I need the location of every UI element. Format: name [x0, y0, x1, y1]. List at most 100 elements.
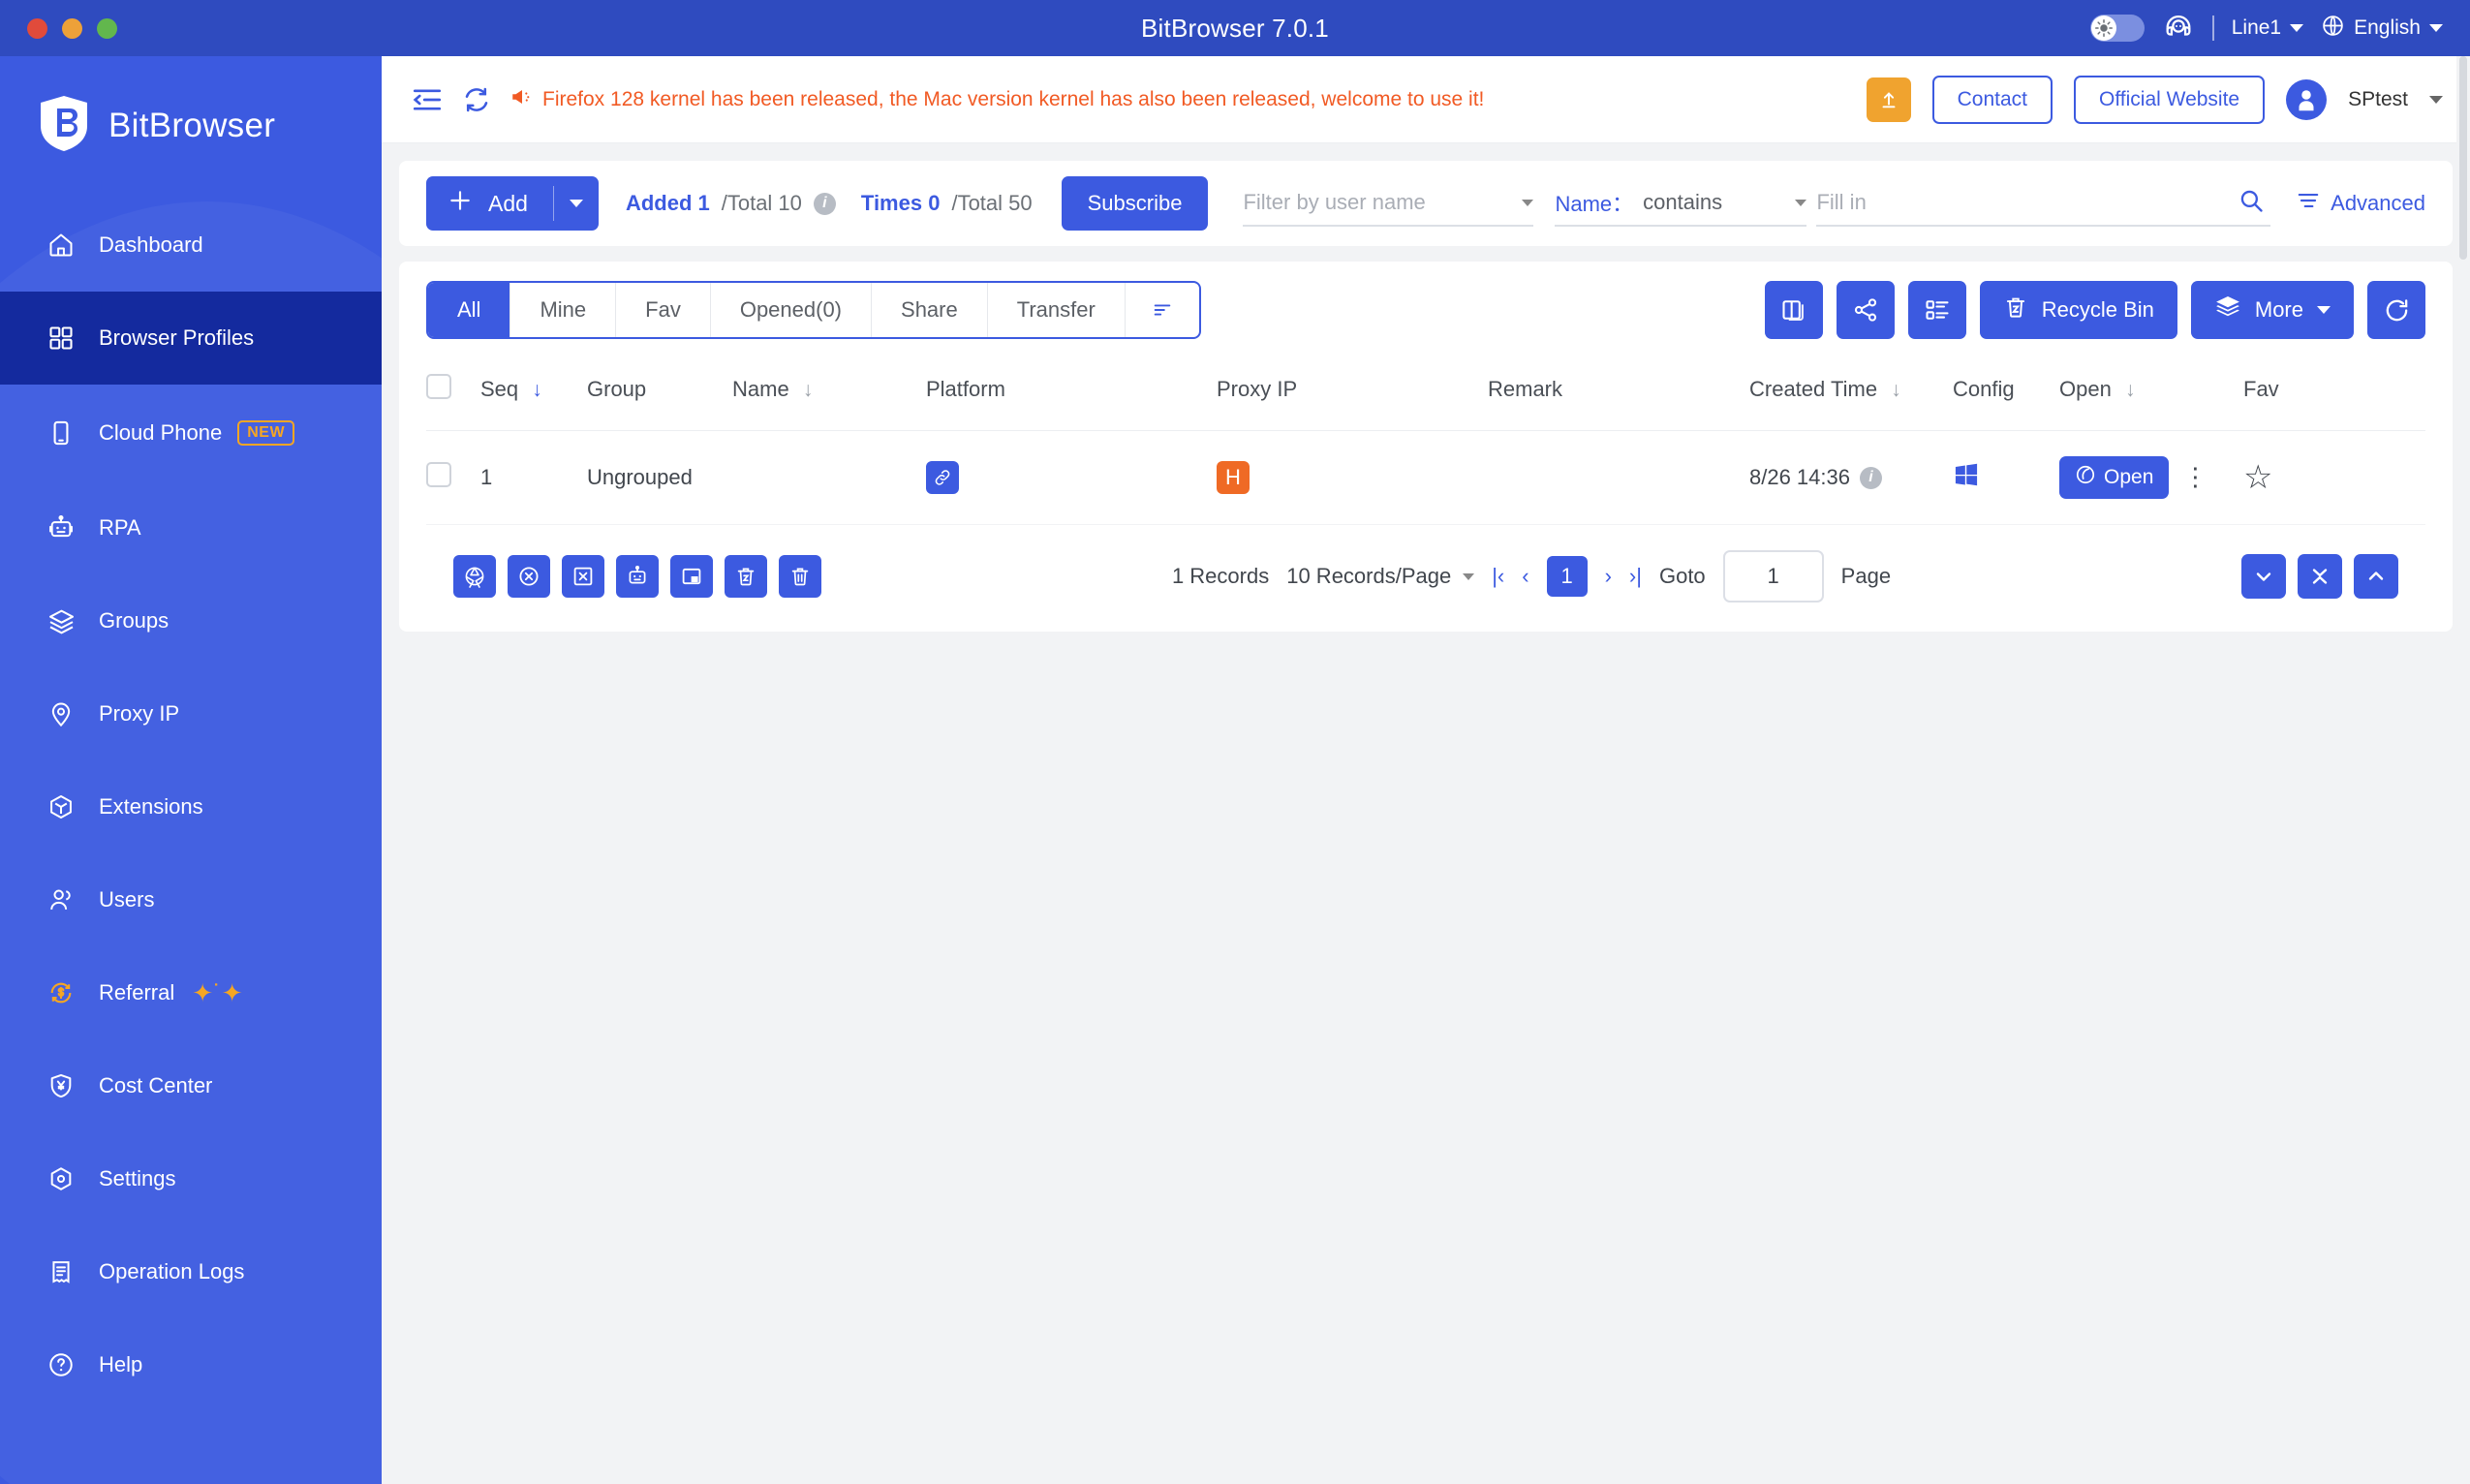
close-circle-icon[interactable] [508, 555, 550, 598]
recycle-bin-button[interactable]: Recycle Bin [1979, 281, 2177, 339]
sidebar-item-operation-logs[interactable]: Operation Logs [0, 1225, 382, 1318]
page-label: Page [1840, 564, 1892, 588]
row-checkbox[interactable] [426, 462, 451, 487]
add-button[interactable]: Add [426, 176, 553, 231]
upload-icon[interactable] [1866, 77, 1911, 122]
user-name-filter[interactable]: Filter by user name [1243, 180, 1534, 227]
sidebar-item-proxy-ip[interactable]: Proxy IP [0, 667, 382, 760]
next-page-icon[interactable]: › [1605, 564, 1612, 589]
row-open-cell[interactable]: Open ⋮ [2059, 430, 2243, 525]
share-icon[interactable] [1836, 281, 1895, 339]
window-layout-icon[interactable] [1764, 281, 1823, 339]
search-icon[interactable] [2238, 187, 2265, 219]
chevron-up-icon[interactable] [2354, 554, 2398, 599]
advanced-filter-button[interactable]: Advanced [2296, 188, 2425, 219]
sidebar-item-groups[interactable]: Groups [0, 574, 382, 667]
sidebar-item-cloud-phone[interactable]: Cloud Phone NEW [0, 385, 382, 481]
chevron-down-icon [569, 200, 583, 207]
refresh-icon[interactable] [461, 84, 492, 115]
chevron-collapse-icon[interactable] [2298, 554, 2342, 599]
add-dropdown-button[interactable] [554, 176, 599, 231]
sidebar-item-browser-profiles[interactable]: Browser Profiles [0, 292, 382, 385]
column-created-time[interactable]: Created Time ↓ [1749, 360, 1953, 431]
column-fav[interactable]: Fav [2243, 360, 2425, 431]
chevron-down-icon[interactable] [2429, 95, 2443, 104]
tab-share[interactable]: Share [872, 283, 988, 337]
list-settings-icon[interactable] [1907, 281, 1966, 339]
refresh-circle-icon[interactable] [2367, 281, 2425, 339]
prev-page-icon[interactable]: ‹ [1522, 564, 1528, 589]
language-selector[interactable]: English [2321, 14, 2443, 44]
name-condition-select[interactable]: Name： contains [1555, 180, 1807, 227]
line-selector[interactable]: Line1 [2232, 16, 2304, 40]
layers-icon [2214, 294, 2241, 326]
toolbar: Add Added 1 /Total 10 i Times 0 /Total 5… [399, 161, 2453, 246]
window-restore-icon[interactable] [670, 555, 713, 598]
page-scrollbar[interactable] [2456, 56, 2470, 1484]
sidebar-item-settings[interactable]: Settings [0, 1132, 382, 1225]
row-fav[interactable]: ☆ [2243, 430, 2425, 525]
last-page-icon[interactable]: ›| [1629, 564, 1642, 589]
info-icon[interactable]: i [813, 192, 836, 215]
page-number-1[interactable]: 1 [1546, 556, 1588, 597]
added-total: /Total 10 [721, 191, 802, 215]
tab-opened[interactable]: Opened(0) [711, 283, 873, 337]
trash-delete-icon[interactable] [779, 555, 821, 598]
subscribe-button[interactable]: Subscribe [1061, 176, 1209, 231]
column-platform[interactable]: Platform [926, 360, 1217, 431]
column-group[interactable]: Group [587, 360, 732, 431]
theme-toggle[interactable] [2089, 15, 2145, 42]
kebab-menu-icon[interactable]: ⋮ [2182, 465, 2208, 489]
more-button[interactable]: More [2190, 281, 2354, 339]
select-all-header[interactable] [426, 360, 480, 431]
sidebar-item-extensions[interactable]: Extensions [0, 760, 382, 853]
page-size-select[interactable]: 10 Records/Page [1286, 564, 1475, 589]
column-config[interactable]: Config [1953, 360, 2059, 431]
table-row[interactable]: 1 Ungrouped H 8/26 14:36 i Open ⋮ ☆ [426, 430, 2425, 525]
column-open[interactable]: Open ↓ [2059, 360, 2243, 431]
column-name[interactable]: Name ↓ [732, 360, 926, 431]
sidebar-item-cost-center[interactable]: Cost Center [0, 1039, 382, 1132]
search-input[interactable]: Fill in [1816, 180, 2271, 227]
official-website-button[interactable]: Official Website [2074, 75, 2266, 124]
sort-icon[interactable] [1126, 283, 1199, 337]
column-seq[interactable]: Seq ↓ [480, 360, 587, 431]
add-button-group[interactable]: Add [426, 176, 599, 231]
open-button[interactable]: Open [2059, 456, 2170, 499]
contact-button[interactable]: Contact [1931, 75, 2053, 124]
robot-icon[interactable] [616, 555, 659, 598]
sidebar-item-label: Cost Center [99, 1073, 213, 1098]
sidebar-item-dashboard[interactable]: Dashboard [0, 199, 382, 292]
tab-all[interactable]: All [428, 283, 511, 337]
close-box-icon[interactable] [562, 555, 604, 598]
row-config[interactable] [1953, 430, 2059, 525]
tab-fav[interactable]: Fav [616, 283, 711, 337]
chevron-down-icon [1795, 199, 1807, 206]
column-proxy-ip[interactable]: Proxy IP [1217, 360, 1488, 431]
info-icon[interactable]: i [1859, 466, 1882, 489]
sidebar-item-users[interactable]: Users [0, 853, 382, 946]
sidebar-item-rpa[interactable]: RPA [0, 481, 382, 574]
row-select-cell[interactable] [426, 430, 480, 525]
tab-mine[interactable]: Mine [510, 283, 617, 337]
sidebar-nav: Dashboard Browser Profiles Cloud Phone N… [0, 199, 382, 1411]
user-avatar-icon[interactable] [2286, 78, 2328, 120]
sidebar-item-label: Referral [99, 980, 175, 1005]
sidebar-item-help[interactable]: Help [0, 1318, 382, 1411]
row-platform[interactable] [926, 430, 1217, 525]
first-page-icon[interactable]: |‹ [1492, 564, 1504, 589]
collapse-sidebar-icon[interactable] [411, 83, 444, 116]
row-proxy-ip[interactable]: H [1217, 430, 1488, 525]
brand: BitBrowser [0, 56, 382, 156]
column-remark[interactable]: Remark [1488, 360, 1749, 431]
sidebar-item-referral[interactable]: Referral ✦˙✦ [0, 946, 382, 1039]
scrollbar-thumb[interactable] [2459, 56, 2467, 260]
chevron-down-icon[interactable] [2241, 554, 2286, 599]
tab-transfer[interactable]: Transfer [988, 283, 1126, 337]
goto-page-input[interactable]: 1 [1722, 550, 1824, 603]
select-all-checkbox[interactable] [426, 374, 451, 399]
headset-chat-icon[interactable] [2162, 10, 2195, 47]
trash-restore-icon[interactable] [725, 555, 767, 598]
star-outline-icon[interactable]: ☆ [2243, 459, 2272, 496]
fingerprint-icon[interactable] [453, 555, 496, 598]
